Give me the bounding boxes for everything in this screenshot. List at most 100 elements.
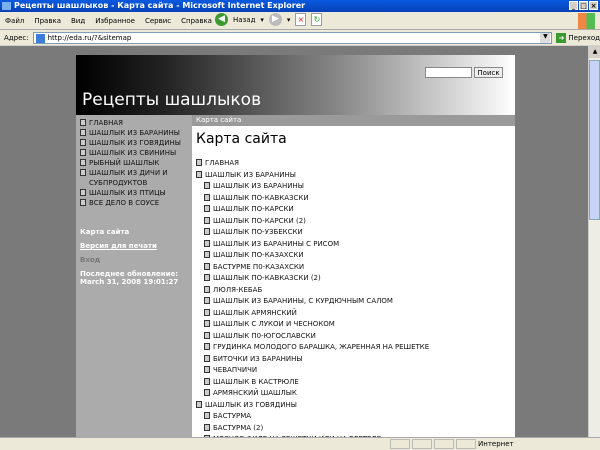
sitemap-item-label: ШАШЛЫК П0-ЮГОСЛАВСКИ <box>213 331 316 340</box>
menu-favorites[interactable]: Избранное <box>95 17 135 25</box>
refresh-icon[interactable]: ↻ <box>311 13 323 26</box>
back-button[interactable]: Назад <box>233 16 255 24</box>
scroll-thumb[interactable] <box>589 60 600 220</box>
book-icon <box>204 285 210 293</box>
sidebar-item-label: ШАШЛЫК ИЗ ДИЧИ И СУБПРОДУКТОВ <box>89 169 168 187</box>
sitemap-item[interactable]: АРМЯНСКИЙ ШАШЛЫК <box>196 388 515 400</box>
address-input[interactable]: http://eda.ru/?&sitemap ▼ <box>32 31 553 44</box>
book-icon <box>204 182 210 189</box>
menu-file[interactable]: Файл <box>5 17 24 25</box>
sidebar-item[interactable]: ВСЕ ДЕЛО В СОУСЕ <box>80 198 192 208</box>
chevron-down-icon[interactable]: ▾ <box>287 16 291 24</box>
sitemap-item[interactable]: ШАШЛЫК ПО-КАРСКИ <box>196 204 515 216</box>
sidebar-item[interactable]: ШАШЛЫК ИЗ СВИНИНЫ <box>80 148 192 158</box>
sitemap-item[interactable]: ШАШЛЫК ПО-КАВКАЗСКИ (2) <box>196 273 515 285</box>
go-button[interactable]: ➜ Переход <box>556 32 600 43</box>
chevron-down-icon[interactable]: ▾ <box>260 16 264 24</box>
sitemap-item[interactable]: ШАШЛЫК С ЛУКОИ И ЧЕСНОКОМ <box>196 319 515 331</box>
sidebar-item-label: ВСЕ ДЕЛО В СОУСЕ <box>89 199 160 207</box>
sitemap-item[interactable]: ШАШЛЫК ПО-КАЗАХСКИ <box>196 250 515 262</box>
go-label: Переход <box>568 33 600 42</box>
login-link[interactable]: Вход <box>80 256 192 264</box>
menu-edit[interactable]: Правка <box>34 17 61 25</box>
forward-arrow-icon[interactable]: ▶ <box>268 13 282 26</box>
sitemap-item-label: ШАШЛЫК ИЗ БАРАНИНЫ С РИСОМ <box>213 239 340 248</box>
book-icon <box>204 228 210 235</box>
page-icon <box>35 33 45 43</box>
vertical-scrollbar[interactable]: ▲ <box>588 46 600 437</box>
sitemap-item-label: ШАШЛЫК ИЗ БАРАНИНЫ <box>205 170 296 179</box>
sitemap-item-label: ГЛАВНАЯ <box>205 159 240 167</box>
search-input[interactable] <box>425 67 472 78</box>
sitemap-item[interactable]: ШАШЛЫК ИЗ БАРАНИНЫ С РИСОМ <box>196 239 515 251</box>
sitemap-item[interactable]: ШАШЛЫК ИЗ БАРАНИНЫ, С КУРДЮЧНЫМ САЛОМ <box>196 296 515 308</box>
book-icon <box>80 199 86 206</box>
sitemap-item-label: БАСТУРМА <box>213 412 252 420</box>
sidebar-item[interactable]: РЫБНЫЙ ШАШЛЫК <box>80 158 192 168</box>
book-icon <box>196 170 202 178</box>
sitemap-item[interactable]: ШАШЛЫК ИЗ БАРАНИНЫ <box>196 181 515 193</box>
sitemap-item[interactable]: ГЛАВНАЯ <box>196 158 515 170</box>
sidebar-item[interactable]: ШАШЛЫК ИЗ ГОВЯДИНЫ <box>80 138 192 148</box>
menu-view[interactable]: Вид <box>71 17 85 25</box>
sitemap-item[interactable]: ШАШЛЫК ПО-УЗБЕКСКИ <box>196 227 515 239</box>
minimize-button[interactable]: _ <box>569 1 578 10</box>
sitemap-item[interactable]: ЛЮЛЯ-КЕБАБ <box>196 285 515 297</box>
status-bar: Интернет <box>0 437 600 450</box>
book-icon <box>80 119 86 126</box>
address-bar: Адрес: http://eda.ru/?&sitemap ▼ ➜ Переход <box>0 30 600 45</box>
sitemap-item[interactable]: ШАШЛЫК ПО-КАВКАЗСКИ <box>196 193 515 205</box>
stop-icon[interactable]: × <box>295 13 307 26</box>
menu-help[interactable]: Справка <box>181 17 212 25</box>
scroll-up-button[interactable]: ▲ <box>589 46 600 58</box>
sitemap-item[interactable]: ШАШЛЫК ИЗ БАРАНИНЫ <box>196 170 515 182</box>
book-icon <box>204 354 210 362</box>
sitemap-item-label: БАСТУРМА (2) <box>213 423 264 432</box>
search-form: Поиск <box>425 67 503 78</box>
book-icon <box>204 274 210 281</box>
ie-icon <box>2 2 11 10</box>
close-button[interactable]: × <box>589 1 598 10</box>
print-version-link[interactable]: Версия для печати <box>80 242 192 250</box>
back-arrow-icon[interactable]: ◀ <box>215 13 228 26</box>
sidebar-item[interactable]: ШАШЛЫК ИЗ ПТИЦЫ <box>80 188 192 198</box>
book-icon <box>196 159 202 166</box>
book-icon <box>80 149 86 156</box>
sidebar-item-label: ШАШЛЫК ИЗ БАРАНИНЫ <box>89 129 180 137</box>
book-icon <box>204 389 210 396</box>
site-title: Рецепты шашлыков <box>82 90 262 110</box>
sitemap-item[interactable]: БИТОЧКИ ИЗ БАРАНИНЫ <box>196 354 515 366</box>
chevron-down-icon[interactable]: ▼ <box>540 32 551 43</box>
sitemap-item-label: БИТОЧКИ ИЗ БАРАНИНЫ <box>213 354 303 363</box>
menu-tools[interactable]: Сервис <box>145 17 171 25</box>
sitemap-item[interactable]: ШАШЛЫК В КАСТРЮЛЕ <box>196 377 515 389</box>
sitemap-item[interactable]: БАСТУРМА (2) <box>196 423 515 435</box>
sidebar-item[interactable]: ГЛАВНАЯ <box>80 118 192 128</box>
maximize-button[interactable]: □ <box>579 1 588 10</box>
sitemap-item[interactable]: БАСТУРМА <box>196 411 515 423</box>
sidebar-item[interactable]: ШАШЛЫК ИЗ ДИЧИ И СУБПРОДУКТОВ <box>80 168 192 188</box>
sidebar-item-label: РЫБНЫЙ ШАШЛЫК <box>89 159 160 167</box>
address-label: Адрес: <box>4 33 29 42</box>
sitemap-link[interactable]: Карта сайта <box>80 228 192 236</box>
sitemap-item-label: ШАШЛЫК ПО-КАЗАХСКИ <box>213 251 304 259</box>
sitemap-item[interactable]: ЧЕВАПЧИЧИ <box>196 365 515 377</box>
search-button[interactable]: Поиск <box>474 67 503 78</box>
book-icon <box>80 189 86 196</box>
book-icon <box>204 423 210 431</box>
page-heading: Карта сайта <box>196 131 287 147</box>
book-icon <box>204 205 210 212</box>
window-title: Рецепты шашлыков - Карта сайта - Microso… <box>14 1 306 10</box>
book-icon <box>204 343 210 350</box>
sitemap-item[interactable]: ШАШЛЫК ИЗ ГОВЯДИНЫ <box>196 400 515 412</box>
main-content: Карта сайта Карта сайта ГЛАВНАЯ ШАШЛЫК ИЗ… <box>192 115 515 437</box>
sitemap-item[interactable]: ГРУДИНКА МОЛОДОГО БАРАШКА, ЖАРЕННАЯ НА Р… <box>196 342 515 354</box>
page-viewport: Рецепты шашлыков Поиск ГЛАВНАЯ ШАШЛЫК ИЗ … <box>0 46 588 437</box>
sitemap-item[interactable]: ШАШЛЫК АРМЯНСКИЙ <box>196 308 515 320</box>
sidebar-item[interactable]: ШАШЛЫК ИЗ БАРАНИНЫ <box>80 128 192 138</box>
sitemap-item[interactable]: БАСТУРМЕ П0-КАЗАХСКИ <box>196 262 515 274</box>
sitemap-item[interactable]: ШАШЛЫК П0-ЮГОСЛАВСКИ <box>196 331 515 343</box>
sitemap-item-label: ШАШЛЫК В КАСТРЮЛЕ <box>213 377 299 386</box>
sitemap-item-label: ГРУДИНКА МОЛОДОГО БАРАШКА, ЖАРЕННАЯ НА Р… <box>213 343 430 351</box>
sitemap-item[interactable]: ШАШЛЫК ПО-КАРСКИ (2) <box>196 216 515 228</box>
